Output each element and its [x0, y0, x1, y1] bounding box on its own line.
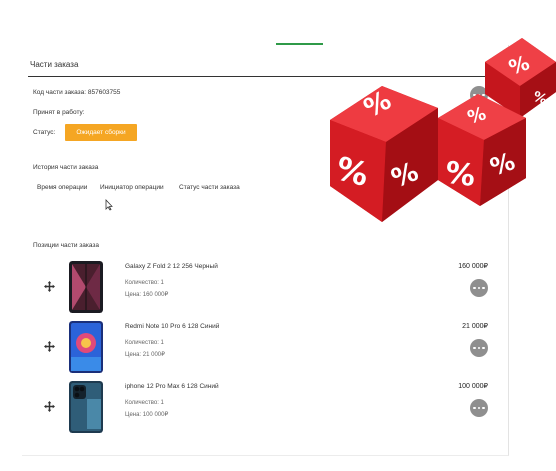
item-qty: Количество: 1: [125, 400, 164, 406]
list-item: iphone 12 Pro Max 6 128 Синий Количество…: [22, 381, 508, 441]
item-qty: Количество: 1: [125, 280, 164, 286]
item-more-button[interactable]: [470, 279, 488, 297]
item-more-button[interactable]: [470, 399, 488, 417]
item-name: Redmi Note 10 Pro 6 128 Синий: [125, 323, 220, 330]
list-item: Galaxy Z Fold 2 12 256 Черный Количество…: [22, 261, 508, 321]
product-image-iphone-12: [69, 381, 103, 433]
drag-handle-icon[interactable]: [44, 341, 55, 352]
status-badge: Ожидает сборки: [65, 124, 137, 141]
item-price: Цена: 21 000₽: [125, 352, 165, 358]
more-icon: [472, 286, 485, 290]
positions-title: Позиции части заказа: [33, 242, 99, 249]
product-image-redmi-note: [69, 321, 103, 373]
item-price: Цена: 160 000₽: [125, 292, 169, 298]
panel-title: Части заказа: [30, 60, 79, 69]
percent-die-large: % % %: [330, 85, 438, 222]
item-total: 100 000₽: [458, 383, 488, 390]
list-item: Redmi Note 10 Pro 6 128 Синий Количество…: [22, 321, 508, 381]
status-label: Статус:: [33, 129, 56, 136]
history-col-status: Статус части заказа: [179, 184, 240, 191]
item-qty: Количество: 1: [125, 340, 164, 346]
product-image-galaxy-fold: [69, 261, 103, 313]
history-title: История части заказа: [33, 164, 99, 171]
history-col-initiator: Инициатор операции: [100, 184, 164, 191]
accepted-label: Принят в работу:: [33, 109, 85, 116]
svg-text:%: %: [443, 155, 478, 194]
item-more-button[interactable]: [470, 339, 488, 357]
more-icon: [472, 406, 485, 410]
cursor-icon: [105, 199, 113, 211]
item-price: Цена: 100 000₽: [125, 412, 169, 418]
item-total: 21 000₽: [462, 323, 488, 330]
order-part-code: Код части заказа: 857603755: [33, 89, 121, 96]
item-total: 160 000₽: [458, 263, 488, 270]
drag-handle-icon[interactable]: [44, 401, 55, 412]
drag-handle-icon[interactable]: [44, 281, 55, 292]
more-icon: [472, 346, 485, 350]
item-name: iphone 12 Pro Max 6 128 Синий: [125, 383, 219, 390]
history-col-time: Время операции: [37, 184, 88, 191]
item-name: Galaxy Z Fold 2 12 256 Черный: [125, 263, 218, 270]
percent-dice-icon: % % % % % % % %: [330, 38, 556, 222]
